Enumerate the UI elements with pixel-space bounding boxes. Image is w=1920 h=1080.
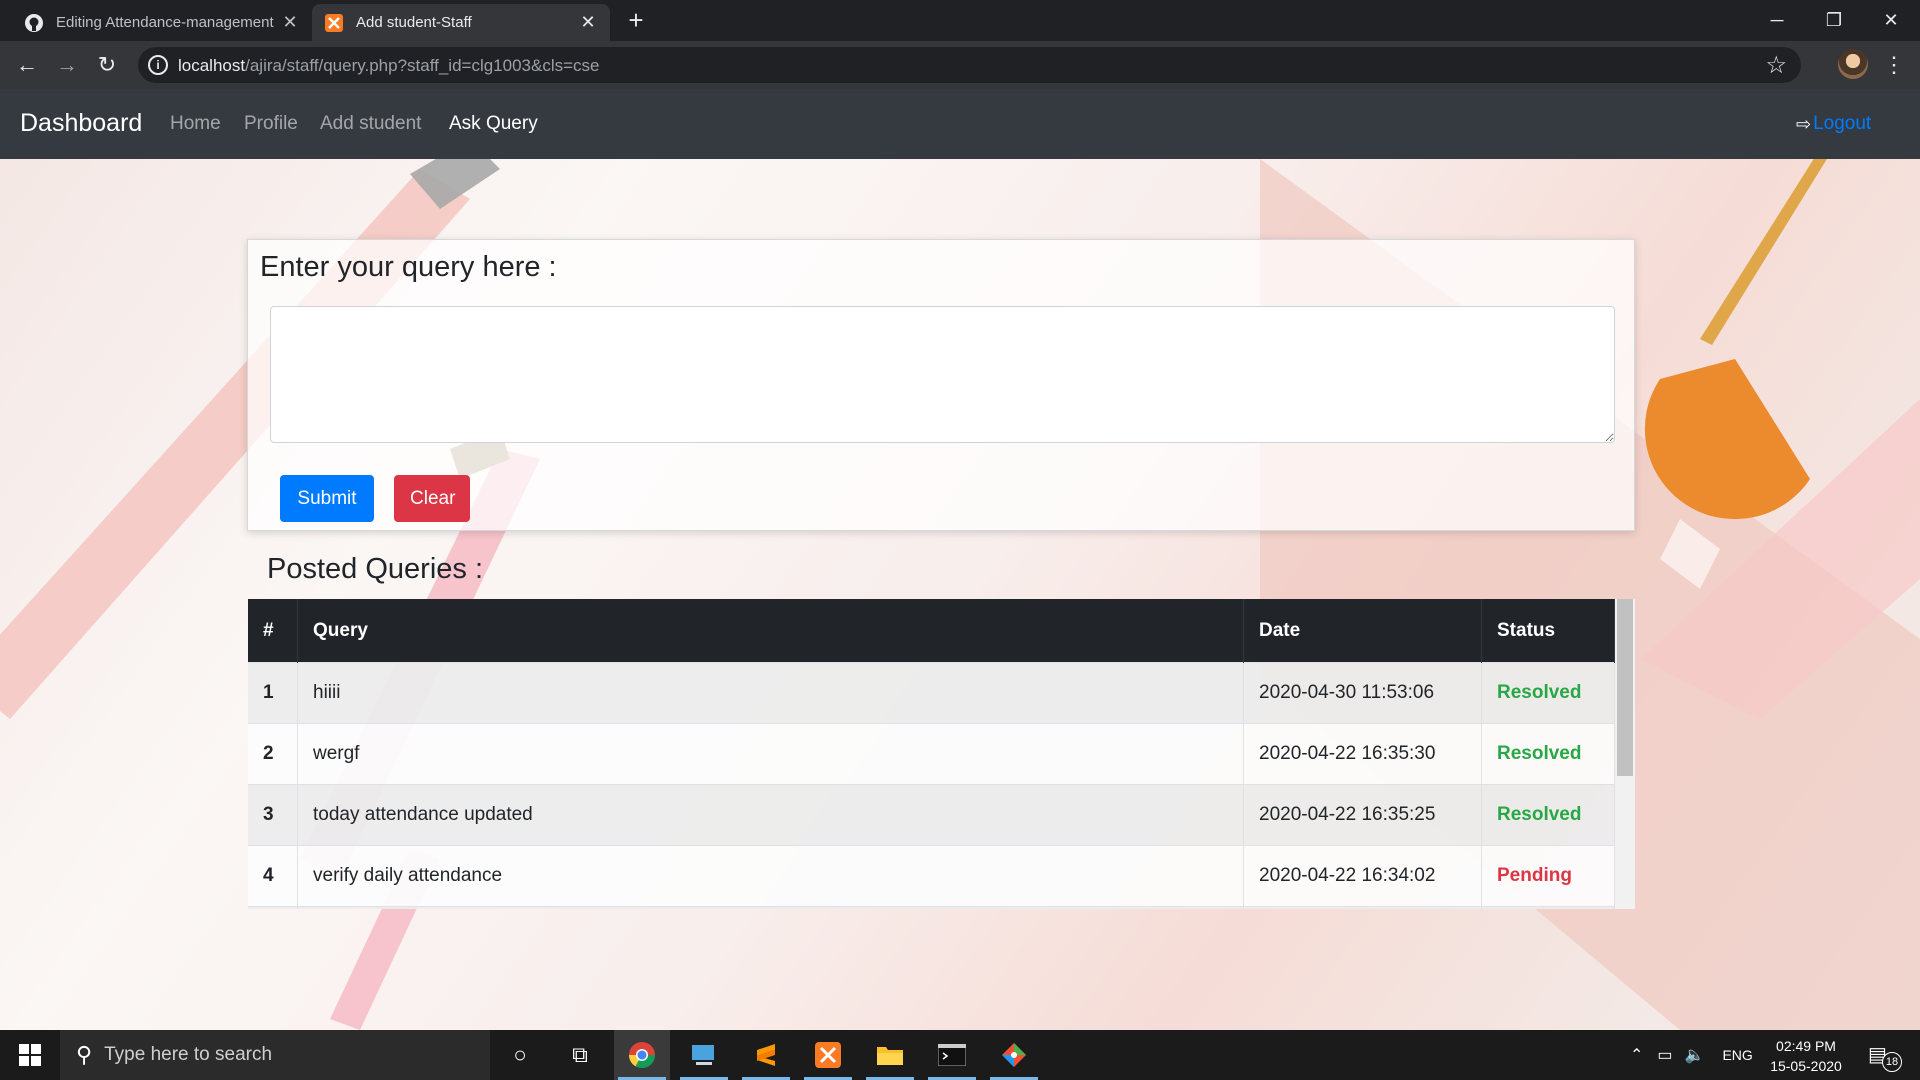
tab-title: Add student-Staff <box>356 14 472 31</box>
taskbar-search[interactable]: ⚲ Type here to search <box>60 1030 490 1080</box>
address-bar[interactable]: i localhost/ajira/staff/query.php?staff_… <box>138 47 1801 83</box>
windows-taskbar: ⚲ Type here to search ○ ⧉ ⌃ ▭ 🔈 ENG 02:4… <box>0 1030 1920 1080</box>
language-indicator[interactable]: ENG <box>1722 1047 1752 1063</box>
tab-add-student-staff[interactable]: Add student-Staff ✕ <box>312 4 610 41</box>
row-date: 2020-04-22 16:34:02 <box>1243 845 1482 907</box>
bookmark-star-icon[interactable]: ☆ <box>1765 51 1787 80</box>
logout-link[interactable]: ⇨ Logout <box>1796 113 1871 135</box>
row-query: hiiii <box>297 662 1244 724</box>
new-tab-icon[interactable]: + <box>622 6 650 34</box>
more-menu-icon[interactable]: ⋮ <box>1880 51 1908 79</box>
url-text: localhost/ajira/staff/query.php?staff_id… <box>178 56 600 75</box>
close-icon[interactable]: ✕ <box>280 12 300 33</box>
table-header-row: # Query Date Status <box>248 599 1615 663</box>
row-date: 2020-04-22 16:35:30 <box>1243 723 1482 785</box>
queries-table-container[interactable]: # Query Date Status 1 hiiii 2020-04-30 1… <box>248 599 1635 909</box>
browser-tab-bar: Editing Attendance-management ✕ Add stud… <box>0 0 1920 41</box>
chevron-up-icon[interactable]: ⌃ <box>1630 1045 1643 1065</box>
col-header-date: Date <box>1243 599 1482 663</box>
search-placeholder: Type here to search <box>104 1044 273 1065</box>
row-date: 2020-04-30 11:53:06 <box>1243 662 1482 724</box>
info-icon[interactable]: i <box>148 55 168 75</box>
clock-time: 02:49 PM <box>1776 1038 1836 1054</box>
row-query: wergf <box>297 723 1244 785</box>
xampp-icon <box>324 13 344 33</box>
notification-center-icon[interactable]: ▤ 18 <box>1868 1042 1902 1072</box>
clear-button[interactable]: Clear <box>394 475 470 522</box>
xampp-icon[interactable] <box>800 1030 856 1080</box>
row-query: verify daily attendance <box>297 845 1244 907</box>
logout-icon: ⇨ <box>1796 113 1812 134</box>
queries-table: # Query Date Status 1 hiiii 2020-04-30 1… <box>248 599 1615 909</box>
back-arrow-icon[interactable]: ← <box>13 51 41 79</box>
col-header-query: Query <box>297 599 1244 663</box>
top-navbar: Dashboard Home Profile Add student Ask Q… <box>0 89 1920 159</box>
nav-link-ask-query[interactable]: Ask Query <box>449 113 538 135</box>
row-status: Pending <box>1481 845 1615 907</box>
scrollbar-thumb[interactable] <box>1617 599 1633 776</box>
row-number: 2 <box>248 723 298 785</box>
posted-queries-heading: Posted Queries : <box>267 553 483 585</box>
page-viewport: Dashboard Home Profile Add student Ask Q… <box>0 89 1920 1030</box>
windows-start-icon[interactable] <box>0 1030 60 1080</box>
browser-toolbar: ← → ↻ i localhost/ajira/staff/query.php?… <box>0 41 1920 89</box>
col-header-number: # <box>248 599 298 663</box>
table-row: 4 verify daily attendance 2020-04-22 16:… <box>248 845 1615 907</box>
row-number: 3 <box>248 784 298 846</box>
row-status: Resolved <box>1481 723 1615 785</box>
close-window-icon[interactable]: ✕ <box>1862 0 1920 40</box>
nav-link-add-student[interactable]: Add student <box>320 113 421 135</box>
row-status: Resolved <box>1481 662 1615 724</box>
sublime-text-icon[interactable] <box>738 1030 794 1080</box>
nav-link-home[interactable]: Home <box>170 113 221 135</box>
tab-editing-attendance[interactable]: Editing Attendance-management ✕ <box>12 4 312 41</box>
submit-button[interactable]: Submit <box>280 475 374 522</box>
search-icon: ⚲ <box>76 1042 93 1067</box>
system-tray: ⌃ ▭ 🔈 ENG <box>1630 1030 1753 1080</box>
battery-icon[interactable]: ▭ <box>1657 1045 1672 1065</box>
query-form-card: Enter your query here : Submit Clear <box>247 239 1635 531</box>
cortana-icon[interactable]: ○ <box>492 1030 548 1080</box>
chrome-icon[interactable] <box>614 1030 670 1080</box>
github-icon <box>24 13 44 33</box>
logout-label: Logout <box>1813 113 1872 134</box>
table-row: 2 wergf 2020-04-22 16:35:30 Resolved <box>248 723 1615 785</box>
taskbar-clock[interactable]: 02:49 PM 15-05-2020 <box>1766 1036 1846 1076</box>
file-explorer-icon[interactable] <box>862 1030 918 1080</box>
table-row: 3 today attendance updated 2020-04-22 16… <box>248 784 1615 846</box>
navbar-brand[interactable]: Dashboard <box>20 109 142 138</box>
volume-icon[interactable]: 🔈 <box>1685 1045 1705 1065</box>
row-date: 2020-04-22 16:35:25 <box>1243 784 1482 846</box>
row-number: 4 <box>248 845 298 907</box>
git-icon[interactable] <box>986 1030 1042 1080</box>
query-form-heading: Enter your query here : <box>260 251 557 283</box>
tab-title: Editing Attendance-management <box>56 14 274 31</box>
notification-count-badge: 18 <box>1882 1052 1902 1072</box>
row-status: Resolved <box>1481 784 1615 846</box>
table-row: 1 hiiii 2020-04-30 11:53:06 Resolved <box>248 662 1615 724</box>
table-row <box>248 906 1615 909</box>
profile-avatar[interactable] <box>1838 49 1868 79</box>
nav-link-profile[interactable]: Profile <box>244 113 298 135</box>
forward-arrow-icon[interactable]: → <box>53 51 81 79</box>
close-icon[interactable]: ✕ <box>578 12 598 33</box>
restore-icon[interactable]: ❐ <box>1805 0 1863 40</box>
table-scrollbar[interactable] <box>1615 599 1635 909</box>
row-number: 1 <box>248 662 298 724</box>
col-header-status: Status <box>1481 599 1615 663</box>
terminal-icon[interactable] <box>924 1030 980 1080</box>
row-query: today attendance updated <box>297 784 1244 846</box>
query-textarea[interactable] <box>270 306 1615 443</box>
visual-studio-icon[interactable] <box>676 1030 732 1080</box>
task-view-icon[interactable]: ⧉ <box>552 1030 608 1080</box>
reload-icon[interactable]: ↻ <box>93 51 121 79</box>
clock-date: 15-05-2020 <box>1770 1058 1842 1074</box>
minimize-icon[interactable]: ─ <box>1748 0 1806 40</box>
